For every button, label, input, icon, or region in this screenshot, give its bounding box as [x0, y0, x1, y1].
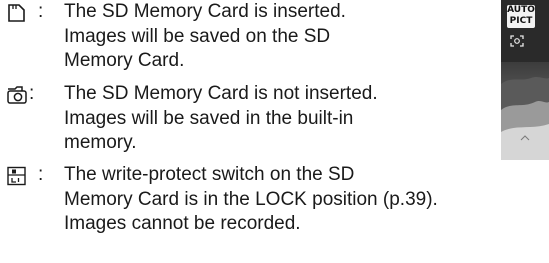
- entry-line: Images will be saved in the built-in: [64, 107, 354, 129]
- entry-line: Memory Card is in the LOCK position (p.3…: [64, 188, 438, 210]
- sd-card-locked-icon: [6, 166, 28, 186]
- entry-description: The SD Memory Card is inserted. Images w…: [64, 0, 346, 74]
- entry-line: Images cannot be recorded.: [64, 213, 301, 234]
- entry-colon: :: [29, 83, 35, 104]
- entry-colon: :: [38, 1, 44, 22]
- entry-line: memory.: [64, 132, 137, 153]
- face-detection-icon: [510, 34, 524, 47]
- sd-card-icon: [6, 3, 28, 23]
- scene-preview-image: [501, 62, 549, 160]
- entry-line: The SD Memory Card is inserted.: [64, 1, 346, 22]
- auto-picture-mode-icon: AUTO PICT: [507, 5, 535, 28]
- entry-description: The SD Memory Card is not inserted. Imag…: [64, 82, 378, 156]
- entry-description: The write-protect switch on the SD Memor…: [64, 163, 438, 237]
- entry-colon: :: [38, 164, 44, 185]
- camera-lcd-illustration: AUTO PICT: [501, 0, 549, 160]
- entry-line: The SD Memory Card is not inserted.: [64, 83, 378, 104]
- entry-line: Memory Card.: [64, 50, 185, 71]
- mode-badge-line: AUTO: [507, 5, 535, 15]
- built-in-memory-icon: [6, 85, 28, 105]
- entry-line: Images will be saved on the SD: [64, 25, 331, 47]
- mode-badge-line: PICT: [509, 16, 533, 26]
- manual-excerpt: : The SD Memory Card is inserted. Images…: [0, 0, 549, 263]
- entry-line: The write-protect switch on the SD: [64, 164, 355, 185]
